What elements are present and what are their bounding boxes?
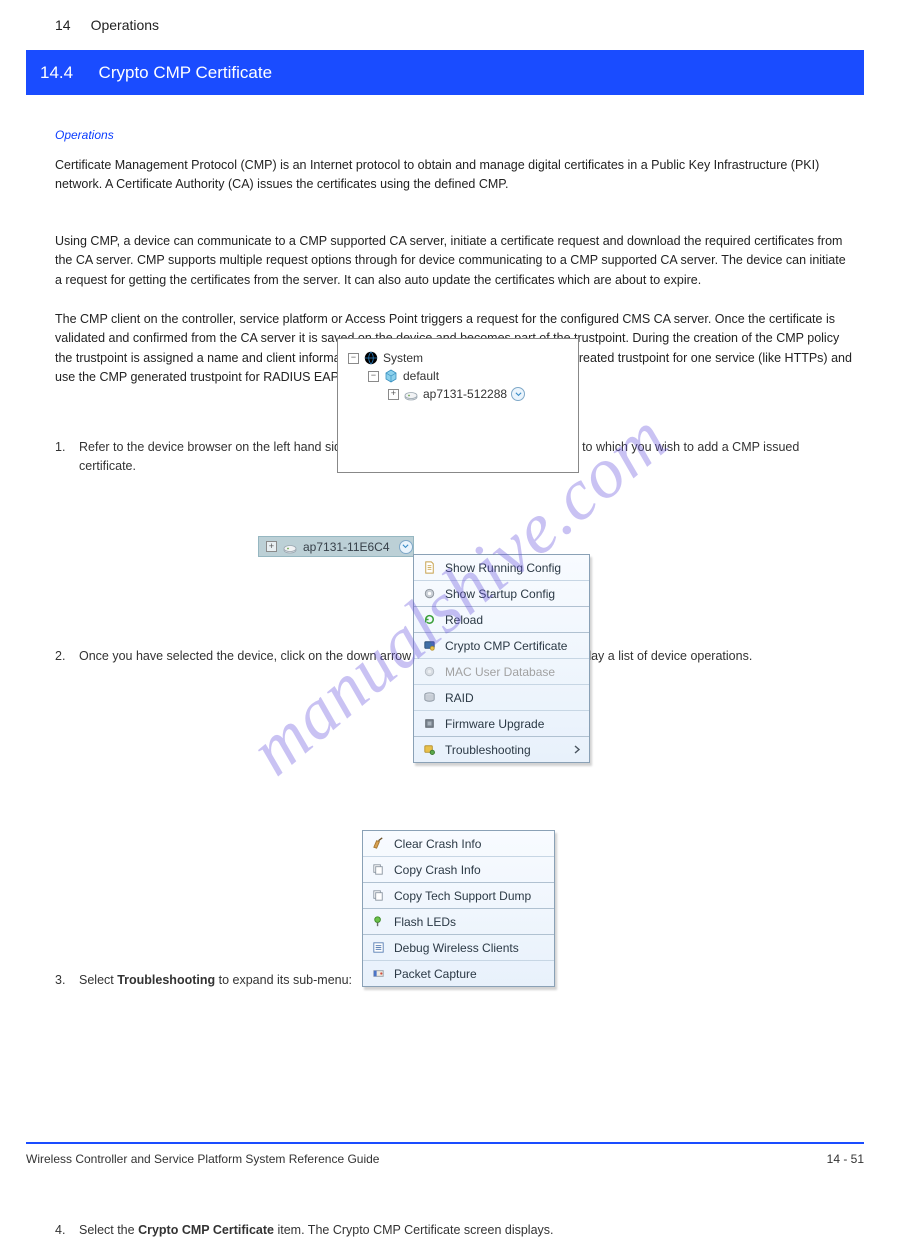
- device-tree-panel: − System − default + ap7131-512288: [337, 338, 579, 473]
- menu-label: Copy Tech Support Dump: [394, 889, 531, 903]
- footer-right: 14 - 51: [827, 1152, 864, 1166]
- tree-row-default[interactable]: − default: [338, 367, 578, 385]
- menu-label: Show Running Config: [445, 561, 561, 575]
- menu-label: RAID: [445, 691, 474, 705]
- tree-row-system[interactable]: − System: [338, 349, 578, 367]
- step-4-text-a: Select the: [79, 1223, 138, 1237]
- menu-item-raid[interactable]: RAID: [414, 684, 589, 710]
- menu-item-copy-crash-info[interactable]: Copy Crash Info: [363, 856, 554, 882]
- paragraph-2: Using CMP, a device can communicate to a…: [55, 232, 855, 290]
- menu-label: Packet Capture: [394, 967, 477, 981]
- menu-label: Troubleshooting: [445, 743, 531, 757]
- menu-item-packet-capture[interactable]: Packet Capture: [363, 960, 554, 986]
- menu-item-copy-tech-support-dump[interactable]: Copy Tech Support Dump: [363, 882, 554, 908]
- page-footer: Wireless Controller and Service Platform…: [26, 1142, 864, 1166]
- chapter-number: 14: [55, 17, 71, 33]
- selected-device-row[interactable]: + ap7131-11E6C4: [258, 536, 414, 557]
- step-3-text-c: to expand its sub-menu:: [215, 973, 352, 987]
- collapse-icon[interactable]: −: [348, 353, 359, 364]
- menu-label: Firmware Upgrade: [445, 717, 544, 731]
- section-number: 14.4: [40, 63, 73, 83]
- packet-icon: [371, 966, 386, 981]
- troubleshoot-icon: [422, 742, 437, 757]
- menu-label: MAC User Database: [445, 665, 555, 679]
- expand-icon[interactable]: +: [388, 389, 399, 400]
- paragraph-1: Certificate Management Protocol (CMP) is…: [55, 156, 855, 195]
- chapter-title: Operations: [91, 17, 159, 33]
- menu-item-mac-user-database: MAC User Database: [414, 658, 589, 684]
- dropdown-icon[interactable]: [511, 387, 525, 401]
- step-3-text-a: Select: [79, 973, 117, 987]
- certificate-icon: [422, 638, 437, 653]
- menu-item-firmware-upgrade[interactable]: Firmware Upgrade: [414, 710, 589, 736]
- section-title: Crypto CMP Certificate: [99, 63, 273, 83]
- copy-icon: [371, 888, 386, 903]
- dropdown-icon[interactable]: [399, 540, 413, 554]
- step-4: Select the Crypto CMP Certificate item. …: [55, 1221, 855, 1240]
- menu-item-show-startup-config[interactable]: Show Startup Config: [414, 580, 589, 606]
- expand-icon[interactable]: +: [266, 541, 277, 552]
- reload-icon: [422, 612, 437, 627]
- gear-icon: [422, 586, 437, 601]
- tree-label-device: ap7131-512288: [423, 387, 507, 401]
- menu-item-troubleshooting[interactable]: Troubleshooting: [414, 736, 589, 762]
- separator-text: [81, 63, 90, 83]
- document-icon: [422, 560, 437, 575]
- menu-label: Copy Crash Info: [394, 863, 481, 877]
- section-parent-link[interactable]: Operations: [55, 128, 114, 142]
- copy-icon: [371, 862, 386, 877]
- menu-item-flash-leds[interactable]: Flash LEDs: [363, 908, 554, 934]
- menu-item-clear-crash-info[interactable]: Clear Crash Info: [363, 831, 554, 856]
- menu-label: Debug Wireless Clients: [394, 941, 519, 955]
- troubleshooting-submenu: Clear Crash Info Copy Crash Info Copy Te…: [362, 830, 555, 987]
- tree-label-default: default: [403, 369, 439, 383]
- step-3-text-b: Troubleshooting: [117, 973, 215, 987]
- selected-device-label: ap7131-11E6C4: [303, 540, 390, 554]
- footer-left: Wireless Controller and Service Platform…: [26, 1152, 379, 1166]
- chevron-right-icon: [574, 743, 581, 757]
- collapse-icon[interactable]: −: [368, 371, 379, 382]
- menu-item-debug-wireless-clients[interactable]: Debug Wireless Clients: [363, 934, 554, 960]
- paragraph-2-text: Using CMP, a device can communicate to a…: [55, 234, 846, 287]
- menu-item-reload[interactable]: Reload: [414, 606, 589, 632]
- device-icon: [282, 539, 298, 555]
- menu-label: Clear Crash Info: [394, 837, 481, 851]
- led-icon: [371, 914, 386, 929]
- device-icon: [403, 386, 419, 402]
- menu-label: Crypto CMP Certificate: [445, 639, 567, 653]
- chip-icon: [422, 716, 437, 731]
- cube-icon: [383, 368, 399, 384]
- disk-icon: [422, 690, 437, 705]
- menu-item-show-running-config[interactable]: Show Running Config: [414, 555, 589, 580]
- device-operations-menu: Show Running Config Show Startup Config …: [413, 554, 590, 763]
- step-4-text-c: item. The Crypto CMP Certificate screen …: [274, 1223, 554, 1237]
- globe-icon: [363, 350, 379, 366]
- database-icon: [422, 664, 437, 679]
- brush-icon: [371, 836, 386, 851]
- list-icon: [371, 940, 386, 955]
- menu-label: Reload: [445, 613, 483, 627]
- menu-item-crypto-cmp-certificate[interactable]: Crypto CMP Certificate: [414, 632, 589, 658]
- section-bar: 14.4 Crypto CMP Certificate: [26, 50, 864, 95]
- menu-label: Flash LEDs: [394, 915, 456, 929]
- tree-label-system: System: [383, 351, 423, 365]
- step-4-text-b: Crypto CMP Certificate: [138, 1223, 274, 1237]
- tree-row-device[interactable]: + ap7131-512288: [338, 385, 578, 403]
- chapter-header: 14 Operations: [0, 0, 918, 50]
- menu-label: Show Startup Config: [445, 587, 555, 601]
